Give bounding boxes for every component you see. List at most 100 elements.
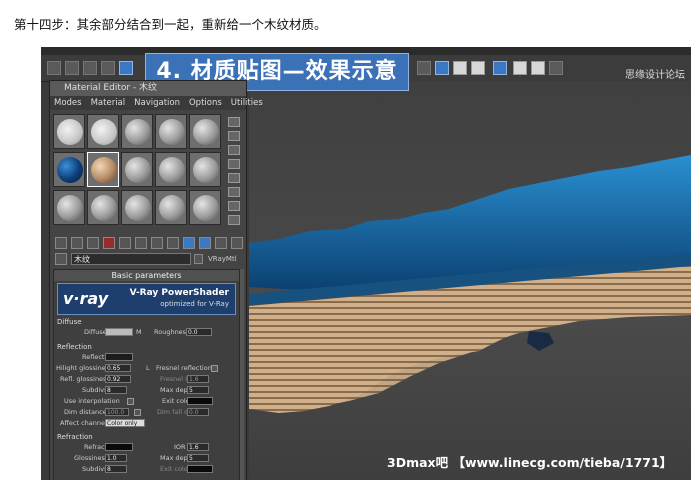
menu-material[interactable]: Material xyxy=(91,96,126,110)
roughness-field[interactable]: 0.0 xyxy=(186,328,212,336)
render-icon[interactable] xyxy=(549,61,563,75)
dim-distance-label: Dim distance xyxy=(64,408,107,416)
fresnel-ior-field[interactable]: 1.6 xyxy=(187,375,209,383)
affect-channels-label: Affect channels xyxy=(60,419,111,427)
show-map-icon[interactable] xyxy=(183,237,195,249)
menu-modes[interactable]: Modes xyxy=(54,96,82,110)
schematic-icon[interactable] xyxy=(471,61,485,75)
sample-type-icon[interactable] xyxy=(228,117,240,127)
ior-field[interactable]: 1.6 xyxy=(187,443,209,451)
menu-options[interactable]: Options xyxy=(189,96,222,110)
refl-max-depth-field[interactable]: 5 xyxy=(187,386,209,394)
put-to-library-icon[interactable] xyxy=(151,237,163,249)
material-slot[interactable] xyxy=(87,114,119,149)
terrain-render xyxy=(249,155,691,413)
material-slot[interactable] xyxy=(53,152,85,187)
material-slot[interactable] xyxy=(121,152,153,187)
refl-exit-color-swatch[interactable] xyxy=(187,397,213,405)
refr-glossiness-label: Glossiness xyxy=(74,454,109,462)
refr-exit-color-label: Exit color xyxy=(160,465,191,473)
use-interpolation-label: Use interpolation xyxy=(64,397,120,405)
region-icon[interactable] xyxy=(83,61,97,75)
rollout-header[interactable]: Basic parameters xyxy=(54,270,239,281)
hilight-glossiness-field[interactable]: 0.65 xyxy=(105,364,131,372)
show-end-result-icon[interactable] xyxy=(199,237,211,249)
refr-glossiness-field[interactable]: 1.0 xyxy=(105,454,127,462)
material-editor-icon[interactable] xyxy=(493,61,507,75)
material-id-icon[interactable] xyxy=(167,237,179,249)
dim-distance-field[interactable]: 100.0 xyxy=(105,408,129,416)
select-icon[interactable] xyxy=(65,61,79,75)
video-color-icon[interactable] xyxy=(228,173,240,183)
menu-navigation[interactable]: Navigation xyxy=(134,96,180,110)
select-by-material-icon[interactable] xyxy=(228,215,240,225)
put-to-scene-icon[interactable] xyxy=(71,237,83,249)
menu-utilities[interactable]: Utilities xyxy=(231,96,263,110)
material-slot[interactable] xyxy=(155,114,187,149)
align-icon[interactable] xyxy=(417,61,431,75)
material-slot[interactable] xyxy=(189,190,221,225)
use-interpolation-checkbox[interactable] xyxy=(127,398,134,405)
watermark-top: 思缘设计论坛 xyxy=(625,70,685,81)
roughness-label: Roughness xyxy=(154,328,190,336)
diffuse-map-button[interactable]: M xyxy=(136,327,142,338)
refr-max-depth-field[interactable]: 5 xyxy=(187,454,209,462)
refl-subdivs-field[interactable]: 8 xyxy=(105,386,127,394)
perspective-viewport[interactable] xyxy=(249,81,691,480)
refract-label: Refract xyxy=(84,443,108,451)
refl-glossiness-field[interactable]: 0.92 xyxy=(105,375,131,383)
params-scrollbar[interactable] xyxy=(240,269,244,480)
background-icon[interactable] xyxy=(228,145,240,155)
material-slot[interactable] xyxy=(121,190,153,225)
make-preview-icon[interactable] xyxy=(228,187,240,197)
dim-falloff-field[interactable]: 0.0 xyxy=(187,408,209,416)
undo-icon[interactable] xyxy=(47,61,61,75)
backlight-icon[interactable] xyxy=(228,131,240,141)
material-slot[interactable] xyxy=(155,190,187,225)
material-slot[interactable] xyxy=(155,152,187,187)
uv-tiling-icon[interactable] xyxy=(228,159,240,169)
material-slot[interactable] xyxy=(87,190,119,225)
refr-subdivs-field[interactable]: 8 xyxy=(105,465,127,473)
refraction-section: Refraction xyxy=(57,433,93,441)
affect-channels-select[interactable]: Color only xyxy=(105,419,145,427)
options-icon[interactable] xyxy=(228,201,240,211)
diffuse-color-swatch[interactable] xyxy=(105,328,133,336)
material-name-field[interactable]: 木纹 xyxy=(71,253,191,265)
screenshot: 思缘设计论坛 3Dmax吧 【www.linecg.com/tieba/1771… xyxy=(41,47,691,480)
ior-label: IOR xyxy=(174,443,186,451)
dim-distance-checkbox[interactable] xyxy=(134,409,141,416)
material-type-button[interactable]: VRayMtl xyxy=(208,253,237,266)
pick-material-icon[interactable] xyxy=(55,253,67,265)
material-slot[interactable] xyxy=(53,114,85,149)
make-copy-icon[interactable] xyxy=(119,237,131,249)
render-setup-icon[interactable] xyxy=(513,61,527,75)
render-frame-icon[interactable] xyxy=(531,61,545,75)
get-material-icon[interactable] xyxy=(55,237,67,249)
layer-icon[interactable] xyxy=(435,61,449,75)
material-slot[interactable] xyxy=(53,190,85,225)
fresnel-label: Fresnel reflections xyxy=(156,364,216,372)
go-forward-icon[interactable] xyxy=(231,237,243,249)
curve-editor-icon[interactable] xyxy=(453,61,467,75)
refr-subdivs-label: Subdivs xyxy=(82,465,108,473)
reflection-section: Reflection xyxy=(57,343,92,351)
name-dropdown-icon[interactable] xyxy=(194,254,203,264)
material-slot[interactable] xyxy=(189,114,221,149)
refr-exit-color-swatch[interactable] xyxy=(187,465,213,473)
make-unique-icon[interactable] xyxy=(135,237,147,249)
material-slot[interactable] xyxy=(189,152,221,187)
window-crossing-icon[interactable] xyxy=(101,61,115,75)
move-icon[interactable] xyxy=(119,61,133,75)
material-toolbar xyxy=(53,235,243,251)
refract-color-swatch[interactable] xyxy=(105,443,133,451)
lock-button[interactable]: L xyxy=(146,363,150,374)
assign-to-selection-icon[interactable] xyxy=(87,237,99,249)
step-caption: 第十四步：其余部分结合到一起，重新给一个木纹材质。 xyxy=(14,17,327,32)
go-to-parent-icon[interactable] xyxy=(215,237,227,249)
reset-map-icon[interactable] xyxy=(103,237,115,249)
material-slot[interactable] xyxy=(121,114,153,149)
fresnel-checkbox[interactable] xyxy=(211,365,218,372)
reflect-color-swatch[interactable] xyxy=(105,353,133,361)
material-slot-active[interactable] xyxy=(87,152,119,187)
